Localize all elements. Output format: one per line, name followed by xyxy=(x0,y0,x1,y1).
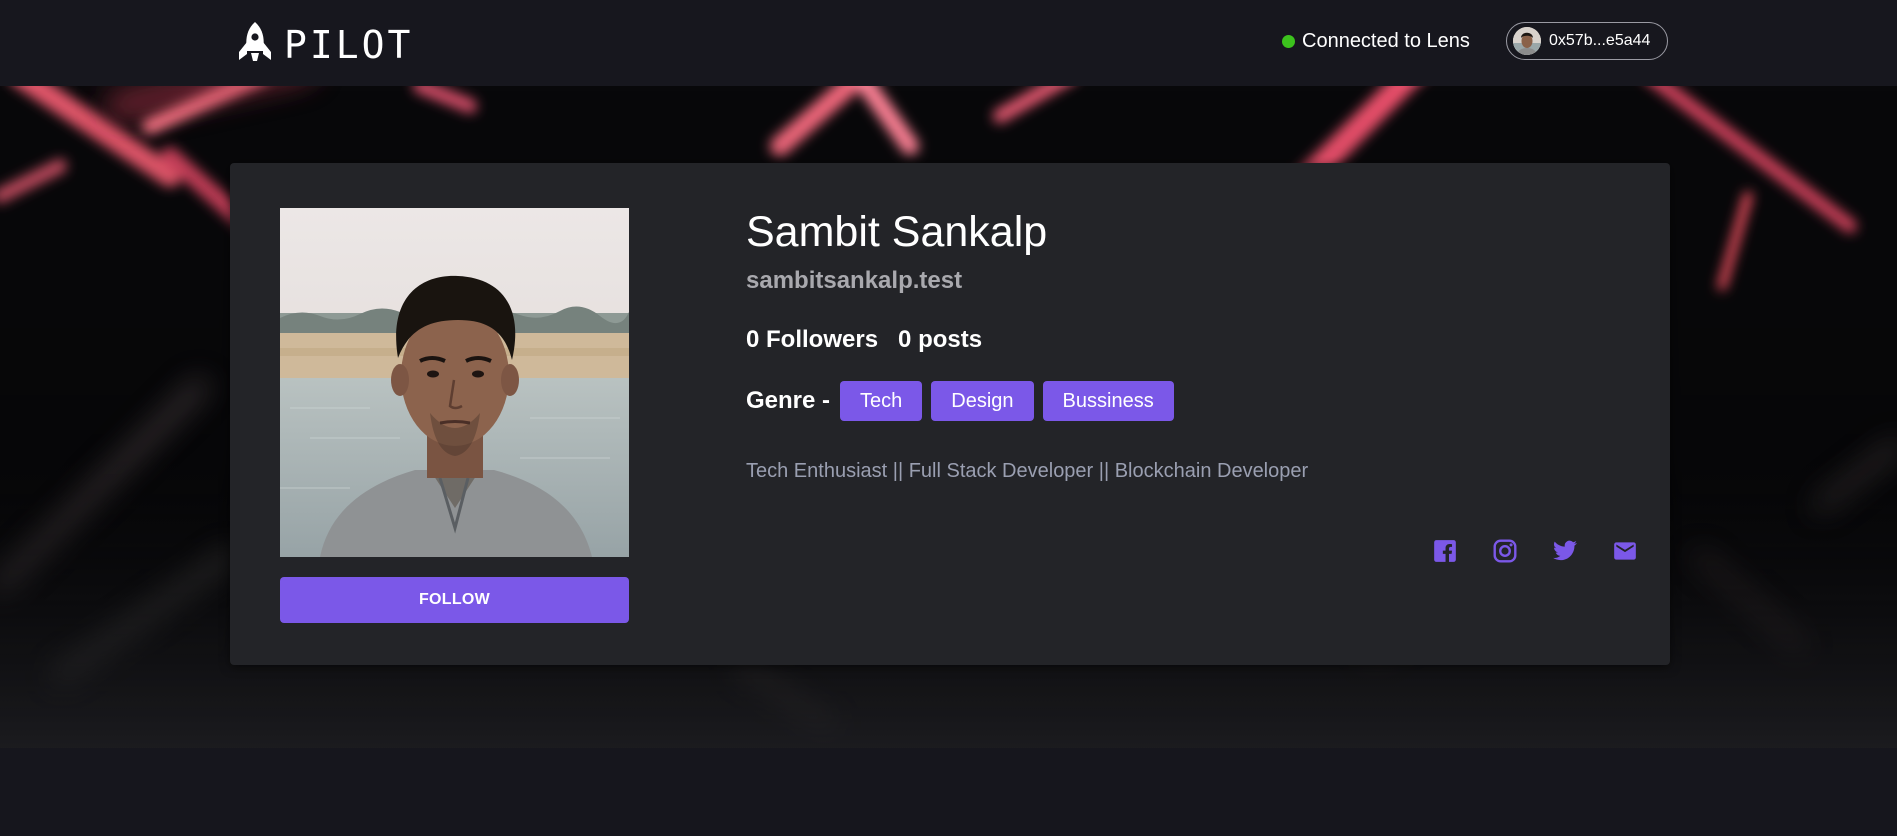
top-navbar: PILOT Connected to Lens 0x57b...e5a44 xyxy=(0,0,1897,86)
profile-name: Sambit Sankalp xyxy=(746,208,1048,256)
facebook-icon[interactable] xyxy=(1430,536,1460,566)
twitter-icon[interactable] xyxy=(1550,536,1580,566)
logo-text: PILOT xyxy=(284,22,414,67)
social-links xyxy=(1430,536,1640,566)
status-dot-icon xyxy=(1282,35,1295,48)
status-text: Connected to Lens xyxy=(1302,30,1470,52)
profile-bio: Tech Enthusiast || Full Stack Developer … xyxy=(746,460,1309,482)
wallet-address: 0x57b...e5a44 xyxy=(1549,32,1651,49)
genre-tag-design[interactable]: Design xyxy=(931,381,1034,421)
connection-status: Connected to Lens xyxy=(1282,30,1470,53)
genre-tag-tech[interactable]: Tech xyxy=(840,381,923,421)
profile-card: FOLLOW Sambit Sankalp sambitsankalp.test… xyxy=(230,163,1670,665)
rocket-icon xyxy=(236,20,274,69)
instagram-icon[interactable] xyxy=(1490,536,1520,566)
follow-button[interactable]: FOLLOW xyxy=(280,577,629,623)
profile-stats: 0 Followers 0 posts xyxy=(746,326,982,354)
genre-label: Genre - xyxy=(746,387,831,414)
profile-handle: sambitsankalp.test xyxy=(746,267,963,294)
posts-count: 0 posts xyxy=(898,326,983,353)
wallet-avatar xyxy=(1513,27,1541,55)
genre-tag-bussiness[interactable]: Bussiness xyxy=(1042,381,1174,421)
logo[interactable]: PILOT xyxy=(236,20,413,69)
profile-photo xyxy=(280,208,629,557)
followers-count: 0 Followers xyxy=(746,326,879,353)
genre-row: Genre - Tech Design Bussiness xyxy=(746,381,1183,421)
wallet-button[interactable]: 0x57b...e5a44 xyxy=(1506,22,1668,60)
email-icon[interactable] xyxy=(1610,536,1640,566)
